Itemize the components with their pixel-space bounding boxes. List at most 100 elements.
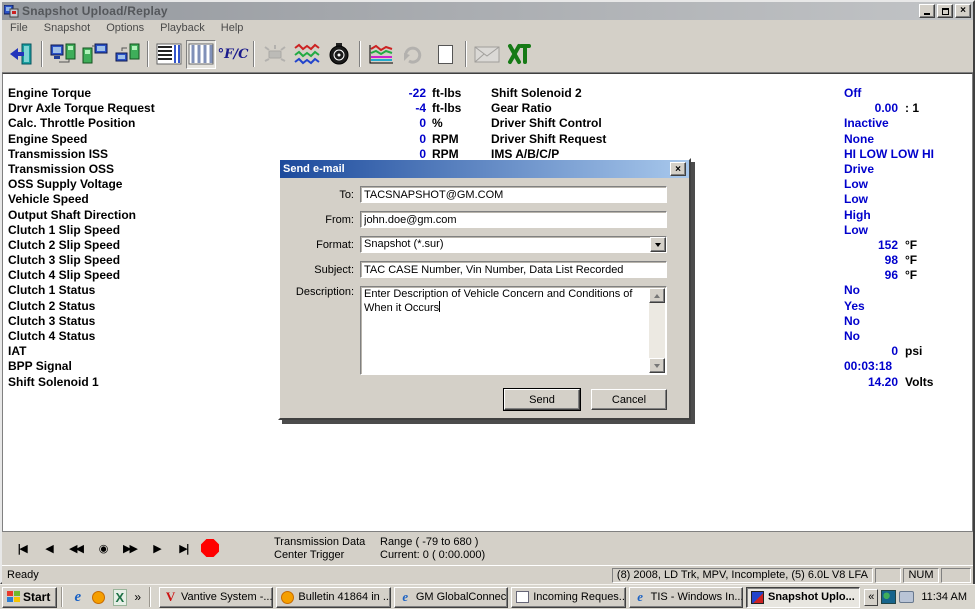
task-button[interactable]: TIS - Windows In... <box>629 587 743 608</box>
skip-to-end-button[interactable]: ▶| <box>170 536 197 560</box>
to-label: To: <box>290 189 360 201</box>
temp-units-button[interactable]: °F/C <box>218 40 248 69</box>
current-frame-label: Current: 0 ( 0:00.000) <box>380 549 485 562</box>
task-label: TIS - Windows In... <box>651 591 743 603</box>
menu-item[interactable]: Help <box>213 21 252 35</box>
scroll-up-button[interactable] <box>649 288 665 303</box>
param-row: Driver Shift Control Inactive <box>488 116 971 131</box>
new-page-button[interactable] <box>430 40 460 69</box>
close-button[interactable]: × <box>955 4 971 18</box>
toolbar-separator <box>147 41 149 67</box>
param-row: Drvr Axle Torque Request -4 ft-lbs <box>5 101 488 116</box>
task-button[interactable]: Snapshot Uplo... <box>746 587 860 608</box>
column-view-button[interactable] <box>186 40 216 69</box>
param-value: Low <box>844 192 898 207</box>
menu-item[interactable]: Snapshot <box>36 21 98 35</box>
skip-to-start-button[interactable]: |◀ <box>8 536 35 560</box>
num-lock-indicator: NUM <box>903 568 939 583</box>
taskbar-separator <box>61 587 63 607</box>
task-button[interactable]: GM GlobalConnec... <box>394 587 508 608</box>
app-icon <box>4 5 19 18</box>
from-field[interactable] <box>360 211 667 228</box>
menu-item[interactable]: File <box>2 21 36 35</box>
tools-icon <box>506 42 532 66</box>
menu-item[interactable]: Options <box>98 21 152 35</box>
chevron-down-icon <box>655 243 661 250</box>
param-value: No <box>844 314 898 329</box>
param-unit: Volts <box>898 375 971 390</box>
rewind-button[interactable]: ◀◀ <box>62 536 89 560</box>
upload-pc-button[interactable] <box>48 40 78 69</box>
scroll-down-button[interactable] <box>649 358 665 373</box>
quicklaunch-app-icon[interactable] <box>90 589 107 606</box>
flash-button[interactable] <box>260 40 290 69</box>
device-transfer-button[interactable] <box>80 40 110 69</box>
task-button[interactable]: Vantive System -... <box>159 587 273 608</box>
dialog-close-button[interactable]: × <box>670 162 686 176</box>
device-tray-icon[interactable] <box>899 591 914 603</box>
from-label: From: <box>290 214 360 226</box>
replay-button[interactable] <box>398 40 428 69</box>
stop-button[interactable] <box>197 536 223 560</box>
titlebar: Snapshot Upload/Replay × <box>2 2 973 20</box>
gauge-button[interactable] <box>324 40 354 69</box>
fast-forward-button[interactable]: ▶▶ <box>116 536 143 560</box>
replay-icon <box>400 43 426 65</box>
param-value: 00:03:18 <box>844 359 898 374</box>
send-button[interactable]: Send <box>504 389 580 410</box>
toolbar-separator <box>253 41 255 67</box>
network-tray-icon[interactable] <box>881 590 896 604</box>
arrow-down-icon <box>654 364 660 371</box>
email-button[interactable] <box>472 40 502 69</box>
restore-button[interactable] <box>937 4 953 18</box>
param-unit: °F <box>898 268 971 283</box>
task-button[interactable]: Bulletin 41864 in ... <box>276 587 390 608</box>
description-scrollbar[interactable] <box>649 288 665 373</box>
subject-field[interactable] <box>360 261 667 278</box>
param-unit <box>898 147 971 162</box>
description-field[interactable]: Enter Description of Vehicle Concern and… <box>360 286 667 375</box>
param-value: No <box>844 283 898 298</box>
param-row: Calc. Throttle Position 0 % <box>5 116 488 131</box>
param-label: Gear Ratio <box>488 101 844 116</box>
param-value: Low <box>844 223 898 238</box>
param-unit <box>898 283 971 298</box>
param-unit: RPM <box>426 132 488 147</box>
stop-icon <box>201 539 219 557</box>
param-unit <box>898 116 971 131</box>
menu-item[interactable]: Playback <box>152 21 213 35</box>
dropdown-button[interactable] <box>650 237 666 252</box>
quicklaunch-excel-icon[interactable]: X <box>111 589 128 606</box>
graph-view-icon <box>294 43 320 65</box>
cancel-button[interactable]: Cancel <box>591 389 667 410</box>
step-forward-button[interactable]: ▶ <box>143 536 170 560</box>
param-value: Off <box>844 86 898 101</box>
param-unit <box>898 132 971 147</box>
param-value: 0.00 <box>844 101 898 116</box>
status-panel <box>875 568 901 583</box>
plot-button[interactable] <box>366 40 396 69</box>
task-button[interactable]: Incoming Reques... <box>511 587 625 608</box>
download-device-button[interactable] <box>112 40 142 69</box>
record-trigger-button[interactable]: ◉ <box>89 536 116 560</box>
graph-view-button[interactable] <box>292 40 322 69</box>
tray-chevron-button[interactable]: « <box>864 589 878 606</box>
upload-pc-icon <box>50 43 76 65</box>
start-button[interactable]: Start <box>2 587 57 608</box>
task-icon <box>164 591 177 603</box>
format-dropdown[interactable]: Snapshot (*.sur) <box>360 236 667 253</box>
param-unit <box>898 329 971 344</box>
subject-label: Subject: <box>290 264 360 276</box>
task-icon <box>399 591 412 603</box>
step-back-button[interactable]: ◀ <box>35 536 62 560</box>
data-list-view-button[interactable] <box>154 40 184 69</box>
to-field[interactable] <box>360 186 667 203</box>
data-source-label: Transmission Data <box>274 536 365 549</box>
quicklaunch-overflow-chevron[interactable]: » <box>130 590 145 604</box>
param-label: Driver Shift Request <box>488 132 844 147</box>
param-value: High <box>844 208 898 223</box>
exit-button[interactable] <box>6 40 36 69</box>
quicklaunch-ie-icon[interactable]: e <box>69 589 86 606</box>
tools-button[interactable] <box>504 40 534 69</box>
minimize-button[interactable] <box>919 4 935 18</box>
